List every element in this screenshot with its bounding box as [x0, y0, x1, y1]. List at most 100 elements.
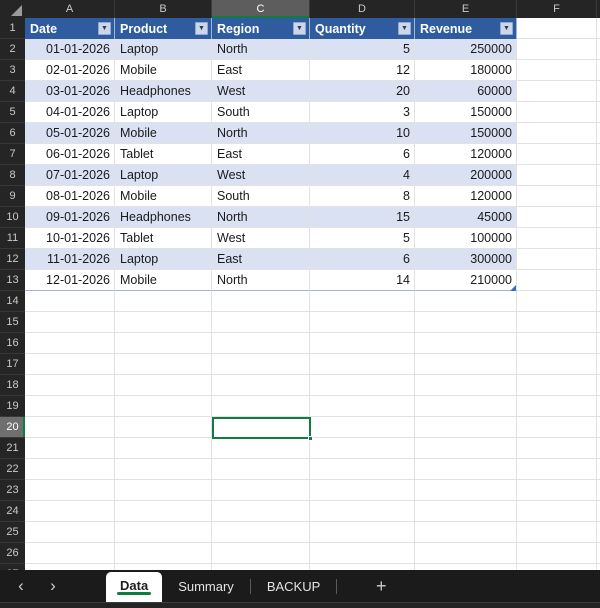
- column-header-a[interactable]: A: [25, 0, 115, 18]
- cell-a8[interactable]: 07-01-2026: [25, 165, 115, 186]
- cell-e7[interactable]: 120000: [415, 144, 517, 165]
- cell-e10[interactable]: 45000: [415, 207, 517, 228]
- cell-b5[interactable]: Laptop: [115, 102, 212, 123]
- cell-e6[interactable]: 150000: [415, 123, 517, 144]
- cell-d15[interactable]: [310, 312, 415, 333]
- cell-e17[interactable]: [415, 354, 517, 375]
- cell-b22[interactable]: [115, 459, 212, 480]
- row-header-17[interactable]: 17: [0, 354, 25, 375]
- cell-a12[interactable]: 11-01-2026: [25, 249, 115, 270]
- cell-d4[interactable]: 20: [310, 81, 415, 102]
- filter-button-date[interactable]: ▼: [98, 22, 111, 35]
- cell-c16[interactable]: [212, 333, 310, 354]
- row-header-9[interactable]: 9: [0, 186, 25, 207]
- cell-a15[interactable]: [25, 312, 115, 333]
- cell-d2[interactable]: 5: [310, 39, 415, 60]
- cell-a19[interactable]: [25, 396, 115, 417]
- row-header-13[interactable]: 13: [0, 270, 25, 291]
- cell-f17[interactable]: [517, 354, 597, 375]
- cell-c11[interactable]: West: [212, 228, 310, 249]
- sheet-tab-data[interactable]: Data: [106, 572, 162, 602]
- cell-a3[interactable]: 02-01-2026: [25, 60, 115, 81]
- cell-b11[interactable]: Tablet: [115, 228, 212, 249]
- cell-c9[interactable]: South: [212, 186, 310, 207]
- row-header-16[interactable]: 16: [0, 333, 25, 354]
- fill-handle[interactable]: [308, 436, 313, 441]
- cell-d11[interactable]: 5: [310, 228, 415, 249]
- cell-d6[interactable]: 10: [310, 123, 415, 144]
- cell-b14[interactable]: [115, 291, 212, 312]
- row-header-12[interactable]: 12: [0, 249, 25, 270]
- cell-e3[interactable]: 180000: [415, 60, 517, 81]
- cell-f2[interactable]: [517, 39, 597, 60]
- cell-e16[interactable]: [415, 333, 517, 354]
- cell-e21[interactable]: [415, 438, 517, 459]
- cell-f10[interactable]: [517, 207, 597, 228]
- table-header-date[interactable]: Date▼: [25, 18, 115, 39]
- cell-b10[interactable]: Headphones: [115, 207, 212, 228]
- cell-e20[interactable]: [415, 417, 517, 438]
- filter-button-revenue[interactable]: ▼: [500, 22, 513, 35]
- cell-b2[interactable]: Laptop: [115, 39, 212, 60]
- row-header-6[interactable]: 6: [0, 123, 25, 144]
- row-header-15[interactable]: 15: [0, 312, 25, 333]
- cell-e9[interactable]: 120000: [415, 186, 517, 207]
- cell-f22[interactable]: [517, 459, 597, 480]
- cell-d26[interactable]: [310, 543, 415, 564]
- cell-a16[interactable]: [25, 333, 115, 354]
- add-sheet-button[interactable]: +: [365, 572, 397, 600]
- filter-button-region[interactable]: ▼: [293, 22, 306, 35]
- row-header-8[interactable]: 8: [0, 165, 25, 186]
- cell-a9[interactable]: 08-01-2026: [25, 186, 115, 207]
- cell-b8[interactable]: Laptop: [115, 165, 212, 186]
- row-header-5[interactable]: 5: [0, 102, 25, 123]
- cell-b4[interactable]: Headphones: [115, 81, 212, 102]
- row-header-25[interactable]: 25: [0, 522, 25, 543]
- row-header-4[interactable]: 4: [0, 81, 25, 102]
- cell-b6[interactable]: Mobile: [115, 123, 212, 144]
- cell-b15[interactable]: [115, 312, 212, 333]
- cell-b7[interactable]: Tablet: [115, 144, 212, 165]
- cell-c4[interactable]: West: [212, 81, 310, 102]
- row-header-14[interactable]: 14: [0, 291, 25, 312]
- cell-f3[interactable]: [517, 60, 597, 81]
- cell-c7[interactable]: East: [212, 144, 310, 165]
- cell-c22[interactable]: [212, 459, 310, 480]
- row-header-24[interactable]: 24: [0, 501, 25, 522]
- cell-c17[interactable]: [212, 354, 310, 375]
- prev-sheet-button[interactable]: ‹: [6, 572, 36, 600]
- cell-b20[interactable]: [115, 417, 212, 438]
- filter-button-product[interactable]: ▼: [195, 22, 208, 35]
- cell-e19[interactable]: [415, 396, 517, 417]
- cell-f23[interactable]: [517, 480, 597, 501]
- row-header-23[interactable]: 23: [0, 480, 25, 501]
- cell-f16[interactable]: [517, 333, 597, 354]
- select-all-corner[interactable]: [0, 0, 25, 18]
- cell-a17[interactable]: [25, 354, 115, 375]
- cell-a2[interactable]: 01-01-2026: [25, 39, 115, 60]
- cell-d18[interactable]: [310, 375, 415, 396]
- column-header-d[interactable]: D: [310, 0, 415, 18]
- cell-a23[interactable]: [25, 480, 115, 501]
- cell-d21[interactable]: [310, 438, 415, 459]
- cell-a22[interactable]: [25, 459, 115, 480]
- cell-f7[interactable]: [517, 144, 597, 165]
- column-header-f[interactable]: F: [517, 0, 597, 18]
- cell-a11[interactable]: 10-01-2026: [25, 228, 115, 249]
- cell-b16[interactable]: [115, 333, 212, 354]
- cell-d3[interactable]: 12: [310, 60, 415, 81]
- sheet-tab-summary[interactable]: Summary: [162, 570, 250, 602]
- column-header-c[interactable]: C: [212, 0, 310, 18]
- cell-e26[interactable]: [415, 543, 517, 564]
- cell-a25[interactable]: [25, 522, 115, 543]
- cell-a4[interactable]: 03-01-2026: [25, 81, 115, 102]
- row-header-26[interactable]: 26: [0, 543, 25, 564]
- row-header-1[interactable]: 1: [0, 18, 25, 39]
- cell-c25[interactable]: [212, 522, 310, 543]
- table-header-revenue[interactable]: Revenue▼: [415, 18, 517, 39]
- cell-a21[interactable]: [25, 438, 115, 459]
- cell-e18[interactable]: [415, 375, 517, 396]
- cell-f20[interactable]: [517, 417, 597, 438]
- cell-e22[interactable]: [415, 459, 517, 480]
- cell-f14[interactable]: [517, 291, 597, 312]
